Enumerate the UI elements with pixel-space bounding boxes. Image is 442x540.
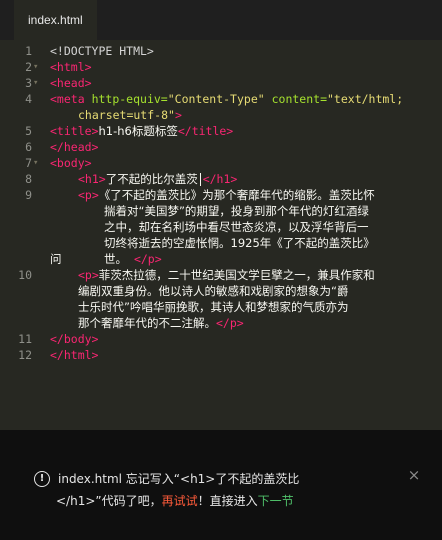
tab-index-html[interactable]: index.html	[14, 0, 97, 40]
code-text: <head>	[50, 76, 92, 90]
code-text: 问	[50, 252, 62, 266]
code-text: 那个奢靡年代的不二注解。</p>	[78, 316, 244, 332]
tab-label: index.html	[28, 13, 83, 27]
code-text: <title>h1-h6标题标签</title>	[50, 124, 233, 140]
tag-token: <meta	[50, 92, 85, 106]
line-number: 10	[18, 268, 32, 282]
line-number: 6	[25, 140, 32, 154]
tag-token: </p>	[216, 316, 244, 330]
text-token: 菲茨杰拉德，二十世纪美国文学巨擘之一，兼具作家和	[98, 268, 375, 282]
code-text: charset=utf-8">	[78, 108, 182, 124]
tag-token: <p>	[78, 268, 99, 282]
line-number: 9	[25, 188, 32, 202]
tag-token: </title>	[177, 124, 234, 138]
text-token: 了不起的比尔盖茨	[105, 172, 198, 186]
text-cursor	[199, 173, 201, 186]
attr-token: content=	[271, 92, 327, 106]
line-number: 12	[18, 348, 32, 362]
code-text: </head>	[50, 140, 99, 154]
notification-panel: ! index.html 忘记写入“<h1>了不起的盖茨比 </h1>”代码了吧…	[0, 430, 442, 540]
code-text: <body>	[50, 156, 92, 170]
fold-arrow-icon[interactable]: ▾	[33, 156, 38, 172]
code-text: 切终将逝去的空虚怅惘。1925年《了不起的盖茨比》	[104, 236, 375, 250]
string-token: "Content-Type"	[167, 92, 265, 106]
code-text: 世。 </p>	[104, 252, 162, 268]
code-text: <!DOCTYPE HTML>	[50, 44, 154, 58]
hint-text-part3: ！直接进入	[197, 494, 258, 508]
next-section-link[interactable]: 下一节	[258, 494, 294, 508]
code-text: </body>	[50, 332, 99, 346]
line-number: 5	[25, 124, 32, 138]
code-editor[interactable]: 1 <!DOCTYPE HTML> 2 ▾ <html> 3 ▾ <head> …	[0, 40, 442, 430]
code-text: 之中，却在名利场中看尽世态炎凉，以及浮华背后一	[104, 220, 369, 234]
hint-text-part1: index.html 忘记写入“<h1>了不起的盖茨比	[58, 472, 300, 486]
line-number: 2	[25, 60, 32, 74]
text-token: 世。	[104, 252, 127, 266]
code-text: 揣着对“美国梦”的期望，投身到那个年代的灯红酒绿	[104, 204, 369, 218]
info-circle-icon: !	[34, 471, 50, 487]
tag-token: <p>	[78, 188, 99, 202]
code-text: </html>	[50, 348, 99, 362]
attr-token: http-equiv=	[91, 92, 168, 106]
hint-text: index.html 忘记写入“<h1>了不起的盖茨比 </h1>”代码了吧，再…	[56, 468, 378, 508]
retry-link[interactable]: 再试试	[162, 494, 198, 508]
line-number: 11	[18, 332, 32, 346]
line-number: 7	[25, 156, 32, 170]
tag-token: <h1>	[78, 172, 106, 186]
string-token: "text/html;	[327, 92, 404, 106]
code-text: <meta http-equiv="Content-Type" content=…	[50, 92, 403, 108]
tag-token: >	[174, 108, 182, 122]
text-token: 《了不起的盖茨比》为那个奢靡年代的缩影。盖茨比怀	[98, 188, 375, 202]
string-token: charset=utf-8"	[78, 108, 175, 122]
line-number: 1	[25, 44, 32, 58]
fold-arrow-icon[interactable]: ▾	[33, 60, 38, 76]
code-text: 士乐时代”吟唱华丽挽歌，其诗人和梦想家的气质亦为	[78, 300, 349, 314]
code-text: <h1>了不起的比尔盖茨 </h1>	[78, 172, 237, 188]
line-number: 3	[25, 76, 32, 90]
code-text: <html>	[50, 60, 92, 74]
text-token: h1-h6标题标签	[98, 124, 178, 138]
code-text: 编剧双重身份。他以诗人的敏感和戏剧家的想象为“爵	[78, 284, 349, 298]
tag-token: <title>	[50, 124, 99, 138]
text-token: 那个奢靡年代的不二注解。	[78, 316, 216, 330]
tag-token: </h1>	[202, 172, 238, 186]
line-number: 8	[25, 172, 32, 186]
hint-text-line2: </h1>”代码了吧，再试试！直接进入下一节	[56, 490, 294, 512]
tab-bar: index.html	[0, 0, 442, 41]
code-text: <p>《了不起的盖茨比》为那个奢靡年代的缩影。盖茨比怀	[78, 188, 375, 204]
fold-arrow-icon[interactable]: ▾	[33, 76, 38, 92]
close-icon[interactable]: ×	[406, 467, 422, 483]
line-number: 4	[25, 92, 32, 106]
tag-token: </p>	[133, 252, 162, 266]
hint-text-part2: </h1>”代码了吧，	[56, 494, 162, 508]
code-text: <p>菲茨杰拉德，二十世纪美国文学巨擘之一，兼具作家和	[78, 268, 375, 284]
